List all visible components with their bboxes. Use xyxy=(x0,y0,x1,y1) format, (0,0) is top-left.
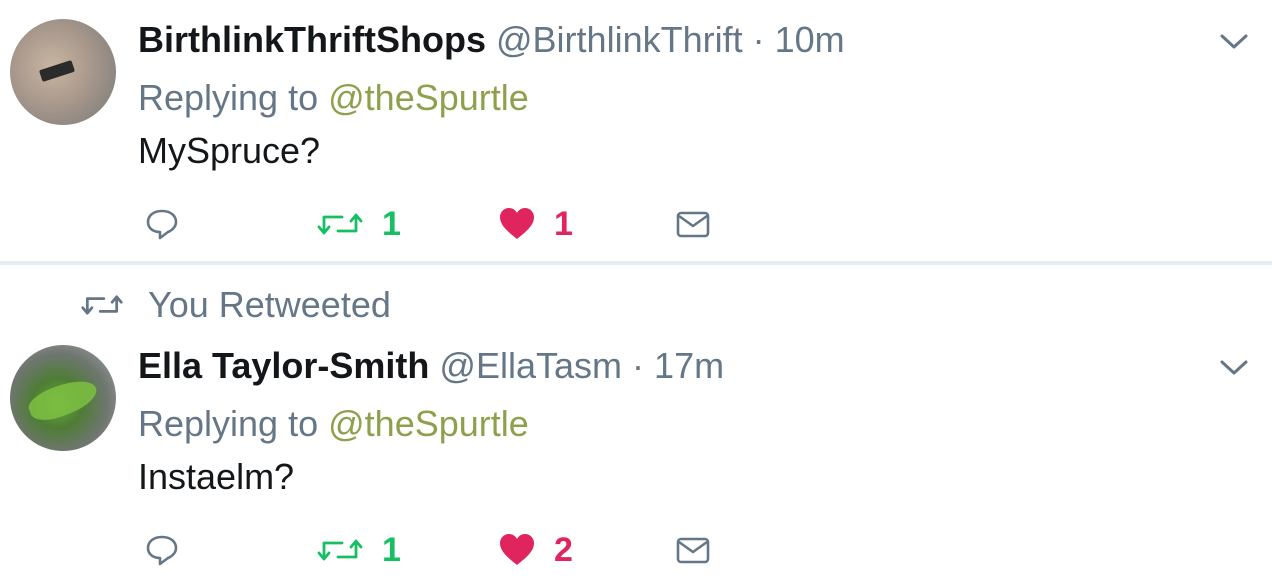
like-button[interactable]: 2 xyxy=(498,530,573,570)
tweet-header: Ella Taylor-Smith @EllaTasm · 17m xyxy=(138,345,724,387)
replying-to: Replying to @theSpurtle xyxy=(138,403,529,445)
user-handle[interactable]: @EllaTasm xyxy=(439,345,622,386)
reply-icon xyxy=(146,209,178,240)
separator: · xyxy=(632,345,645,386)
avatar-detail xyxy=(38,60,76,82)
avatar[interactable] xyxy=(10,19,116,125)
retweet-button[interactable]: 1 xyxy=(316,530,401,570)
separator: · xyxy=(752,19,765,60)
reply-button[interactable] xyxy=(144,204,180,244)
timestamp[interactable]: 17m xyxy=(654,345,724,386)
tweet-text: Instaelm? xyxy=(138,456,295,497)
timestamp[interactable]: 10m xyxy=(775,19,845,60)
replying-prefix: Replying to xyxy=(138,403,319,444)
retweet-icon xyxy=(81,295,123,315)
tweet[interactable]: You Retweeted Ella Taylor-Smith @EllaTas… xyxy=(0,265,1272,582)
direct-message-button[interactable] xyxy=(675,530,711,570)
avatar-detail xyxy=(24,372,102,428)
retweet-count: 1 xyxy=(382,531,401,569)
reply-button[interactable] xyxy=(144,530,180,570)
mention-link[interactable]: @theSpurtle xyxy=(328,403,529,444)
replying-prefix: Replying to xyxy=(138,77,319,118)
tweet-actions: 1 1 xyxy=(138,204,738,244)
mail-icon xyxy=(676,211,710,238)
like-count: 2 xyxy=(554,531,573,569)
replying-to: Replying to @theSpurtle xyxy=(138,77,529,119)
display-name[interactable]: BirthlinkThriftShops xyxy=(138,19,486,60)
chevron-down-icon[interactable] xyxy=(1218,25,1250,57)
like-button[interactable]: 1 xyxy=(498,204,573,244)
heart-icon xyxy=(500,534,534,565)
retweet-count: 1 xyxy=(382,205,401,243)
tweet-text: MySpruce? xyxy=(138,130,321,171)
direct-message-button[interactable] xyxy=(675,204,711,244)
reply-icon xyxy=(146,535,178,566)
tweet-header: BirthlinkThriftShops @BirthlinkThrift · … xyxy=(138,19,845,61)
mention-link[interactable]: @theSpurtle xyxy=(328,77,529,118)
tweet[interactable]: BirthlinkThriftShops @BirthlinkThrift · … xyxy=(0,0,1272,262)
retweet-icon xyxy=(317,539,363,561)
retweet-context: You Retweeted xyxy=(80,283,391,327)
display-name[interactable]: Ella Taylor-Smith xyxy=(138,345,429,386)
avatar[interactable] xyxy=(10,345,116,451)
mail-icon xyxy=(676,537,710,564)
user-handle[interactable]: @BirthlinkThrift xyxy=(496,19,743,60)
tweet-actions: 1 2 xyxy=(138,530,738,570)
heart-icon xyxy=(500,208,534,239)
retweet-button[interactable]: 1 xyxy=(316,204,401,244)
retweet-icon xyxy=(317,213,363,235)
chevron-down-icon[interactable] xyxy=(1218,351,1250,383)
like-count: 1 xyxy=(554,205,573,243)
retweet-context-text: You Retweeted xyxy=(148,284,391,325)
